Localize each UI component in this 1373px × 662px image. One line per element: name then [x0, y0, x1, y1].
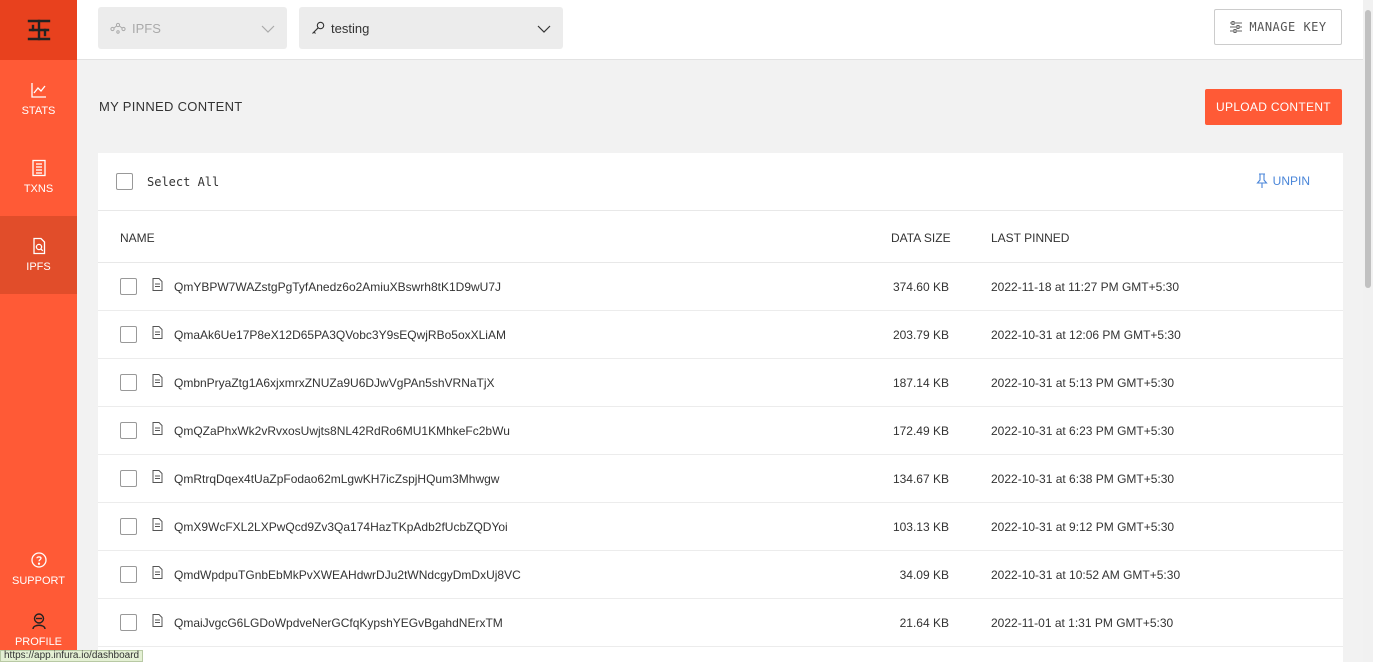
file-name[interactable]: QmYBPW7WAZstgPgTyfAnedz6o2AmiuXBswrh8tK1…: [174, 280, 501, 294]
table-row[interactable]: QmRtrqDqex4tUaZpFodao62mLgwKH7icZspjHQum…: [98, 455, 1343, 503]
file-icon: [152, 278, 163, 294]
sidebar: STATS TXNS IPFS SUPPORT PROFILE: [0, 0, 77, 662]
table-row[interactable]: QmaAk6Ue17P8eX12D65PA3QVobc3Y9sEQwjRBo5o…: [98, 311, 1343, 359]
select-all-label: Select All: [147, 174, 220, 189]
file-name[interactable]: QmbnPryaZtg1A6xjxmrxZNUZa9U6DJwVgPAn5shV…: [174, 376, 495, 390]
network-nodes-icon: [110, 22, 126, 34]
row-checkbox[interactable]: [120, 470, 137, 487]
file-icon: [152, 326, 163, 342]
sidebar-item-label: STATS: [21, 105, 56, 117]
key-icon: [311, 21, 325, 35]
table-row[interactable]: QmYBPW7WAZstgPgTyfAnedz6o2AmiuXBswrh8tK1…: [98, 263, 1343, 311]
file-icon: [152, 518, 163, 534]
manage-key-button[interactable]: MANAGE KEY: [1214, 9, 1342, 45]
top-bar: IPFS testing MANAGE KEY: [77, 0, 1363, 60]
file-name[interactable]: QmaAk6Ue17P8eX12D65PA3QVobc3Y9sEQwjRBo5o…: [174, 328, 506, 342]
table-row[interactable]: QmaiJvgcG6LGDoWpdveNerGCfqKypshYEGvBgahd…: [98, 599, 1343, 647]
file-icon: [152, 470, 163, 486]
receipt-icon: [31, 159, 46, 177]
column-header-size[interactable]: DATA SIZE: [891, 231, 951, 245]
sidebar-item-stats[interactable]: STATS: [0, 60, 77, 138]
table-header: NAME DATA SIZE LAST PINNED: [98, 211, 1343, 263]
last-pinned-date: 2022-10-31 at 9:12 PM GMT+5:30: [991, 520, 1175, 534]
user-badge-icon: [31, 613, 46, 630]
sidebar-item-support[interactable]: SUPPORT: [0, 530, 77, 608]
table-row[interactable]: QmX9WcFXL2LXPwQcd9Zv3Qa174HazTKpAdb2fUcb…: [98, 503, 1343, 551]
network-select-value: IPFS: [132, 20, 161, 36]
table-toolbar: Select All UNPIN: [98, 153, 1343, 211]
file-size: 103.13 KB: [892, 520, 949, 534]
pinned-content-card: Select All UNPIN NAME DATA SIZE LAST PIN…: [98, 153, 1343, 662]
file-icon: [152, 566, 163, 582]
table-body: QmYBPW7WAZstgPgTyfAnedz6o2AmiuXBswrh8tK1…: [98, 263, 1343, 647]
row-checkbox[interactable]: [120, 422, 137, 439]
row-checkbox[interactable]: [120, 518, 137, 535]
row-checkbox[interactable]: [120, 278, 137, 295]
unpin-label: UNPIN: [1272, 174, 1310, 188]
row-checkbox[interactable]: [120, 614, 137, 631]
file-name[interactable]: QmaiJvgcG6LGDoWpdveNerGCfqKypshYEGvBgahd…: [174, 616, 503, 630]
chart-line-icon: [30, 83, 46, 98]
select-all[interactable]: Select All: [116, 173, 219, 190]
file-name[interactable]: QmRtrqDqex4tUaZpFodao62mLgwKH7icZspjHQum…: [174, 472, 499, 486]
table-row[interactable]: QmbnPryaZtg1A6xjxmrxZNUZa9U6DJwVgPAn5shV…: [98, 359, 1343, 407]
help-circle-icon: [30, 552, 47, 568]
file-size: 203.79 KB: [892, 328, 949, 342]
sidebar-item-txns[interactable]: TXNS: [0, 138, 77, 216]
file-size: 34.09 KB: [899, 568, 949, 582]
sidebar-item-label: TXNS: [23, 183, 54, 195]
infura-logo-icon: [27, 19, 50, 41]
file-size: 21.64 KB: [899, 616, 949, 630]
file-icon: [152, 422, 163, 438]
file-size: 134.67 KB: [892, 472, 949, 486]
last-pinned-date: 2022-10-31 at 6:38 PM GMT+5:30: [991, 472, 1175, 486]
file-name[interactable]: QmX9WcFXL2LXPwQcd9Zv3Qa174HazTKpAdb2fUcb…: [174, 520, 508, 534]
file-icon: [152, 614, 163, 630]
file-search-icon: [32, 237, 45, 255]
file-name[interactable]: QmQZaPhxWk2vRvxosUwjts8NL42RdRo6MU1KMhke…: [174, 424, 510, 438]
page-scrollbar[interactable]: [1363, 0, 1373, 662]
select-all-checkbox[interactable]: [116, 173, 133, 190]
row-checkbox[interactable]: [120, 566, 137, 583]
file-size: 172.49 KB: [892, 424, 949, 438]
status-bar-url: https://app.infura.io/dashboard: [0, 650, 144, 662]
file-size: 187.14 KB: [892, 376, 949, 390]
last-pinned-date: 2022-10-31 at 5:13 PM GMT+5:30: [991, 376, 1175, 390]
column-header-name[interactable]: NAME: [120, 231, 155, 245]
last-pinned-date: 2022-11-01 at 1:31 PM GMT+5:30: [991, 616, 1174, 630]
infura-logo[interactable]: [0, 0, 77, 60]
last-pinned-date: 2022-11-18 at 11:27 PM GMT+5:30: [991, 280, 1179, 294]
sidebar-item-label: IPFS: [26, 261, 51, 273]
upload-content-button[interactable]: UPLOAD CONTENT: [1205, 89, 1342, 125]
table-row[interactable]: QmdWpdpuTGnbEbMkPvXWEAHdwrDJu2tWNdcgyDmD…: [98, 551, 1343, 599]
unpin-button[interactable]: UNPIN: [1255, 173, 1310, 189]
network-select[interactable]: IPFS: [98, 7, 287, 49]
chevron-down-icon: [261, 21, 275, 36]
sidebar-item-label: PROFILE: [14, 636, 63, 648]
last-pinned-date: 2022-10-31 at 6:23 PM GMT+5:30: [991, 424, 1175, 438]
last-pinned-date: 2022-10-31 at 10:52 AM GMT+5:30: [991, 568, 1181, 582]
last-pinned-date: 2022-10-31 at 12:06 PM GMT+5:30: [991, 328, 1181, 342]
scrollbar-thumb[interactable]: [1365, 10, 1371, 288]
manage-key-label: MANAGE KEY: [1249, 20, 1327, 34]
column-header-last-pinned[interactable]: LAST PINNED: [991, 231, 1069, 245]
sidebar-item-label: SUPPORT: [12, 575, 65, 587]
row-checkbox[interactable]: [120, 374, 137, 391]
file-size: 374.60 KB: [892, 280, 949, 294]
pin-icon: [1255, 173, 1268, 188]
file-icon: [152, 374, 163, 390]
project-select[interactable]: testing: [299, 7, 563, 49]
row-checkbox[interactable]: [120, 326, 137, 343]
project-select-value: testing: [331, 20, 370, 36]
sliders-icon: [1230, 21, 1243, 33]
chevron-down-icon: [537, 21, 551, 36]
sidebar-item-ipfs[interactable]: IPFS: [0, 216, 77, 294]
table-row[interactable]: QmQZaPhxWk2vRvxosUwjts8NL42RdRo6MU1KMhke…: [98, 407, 1343, 455]
page-title: MY PINNED CONTENT: [99, 99, 243, 114]
file-name[interactable]: QmdWpdpuTGnbEbMkPvXWEAHdwrDJu2tWNdcgyDmD…: [174, 568, 521, 582]
